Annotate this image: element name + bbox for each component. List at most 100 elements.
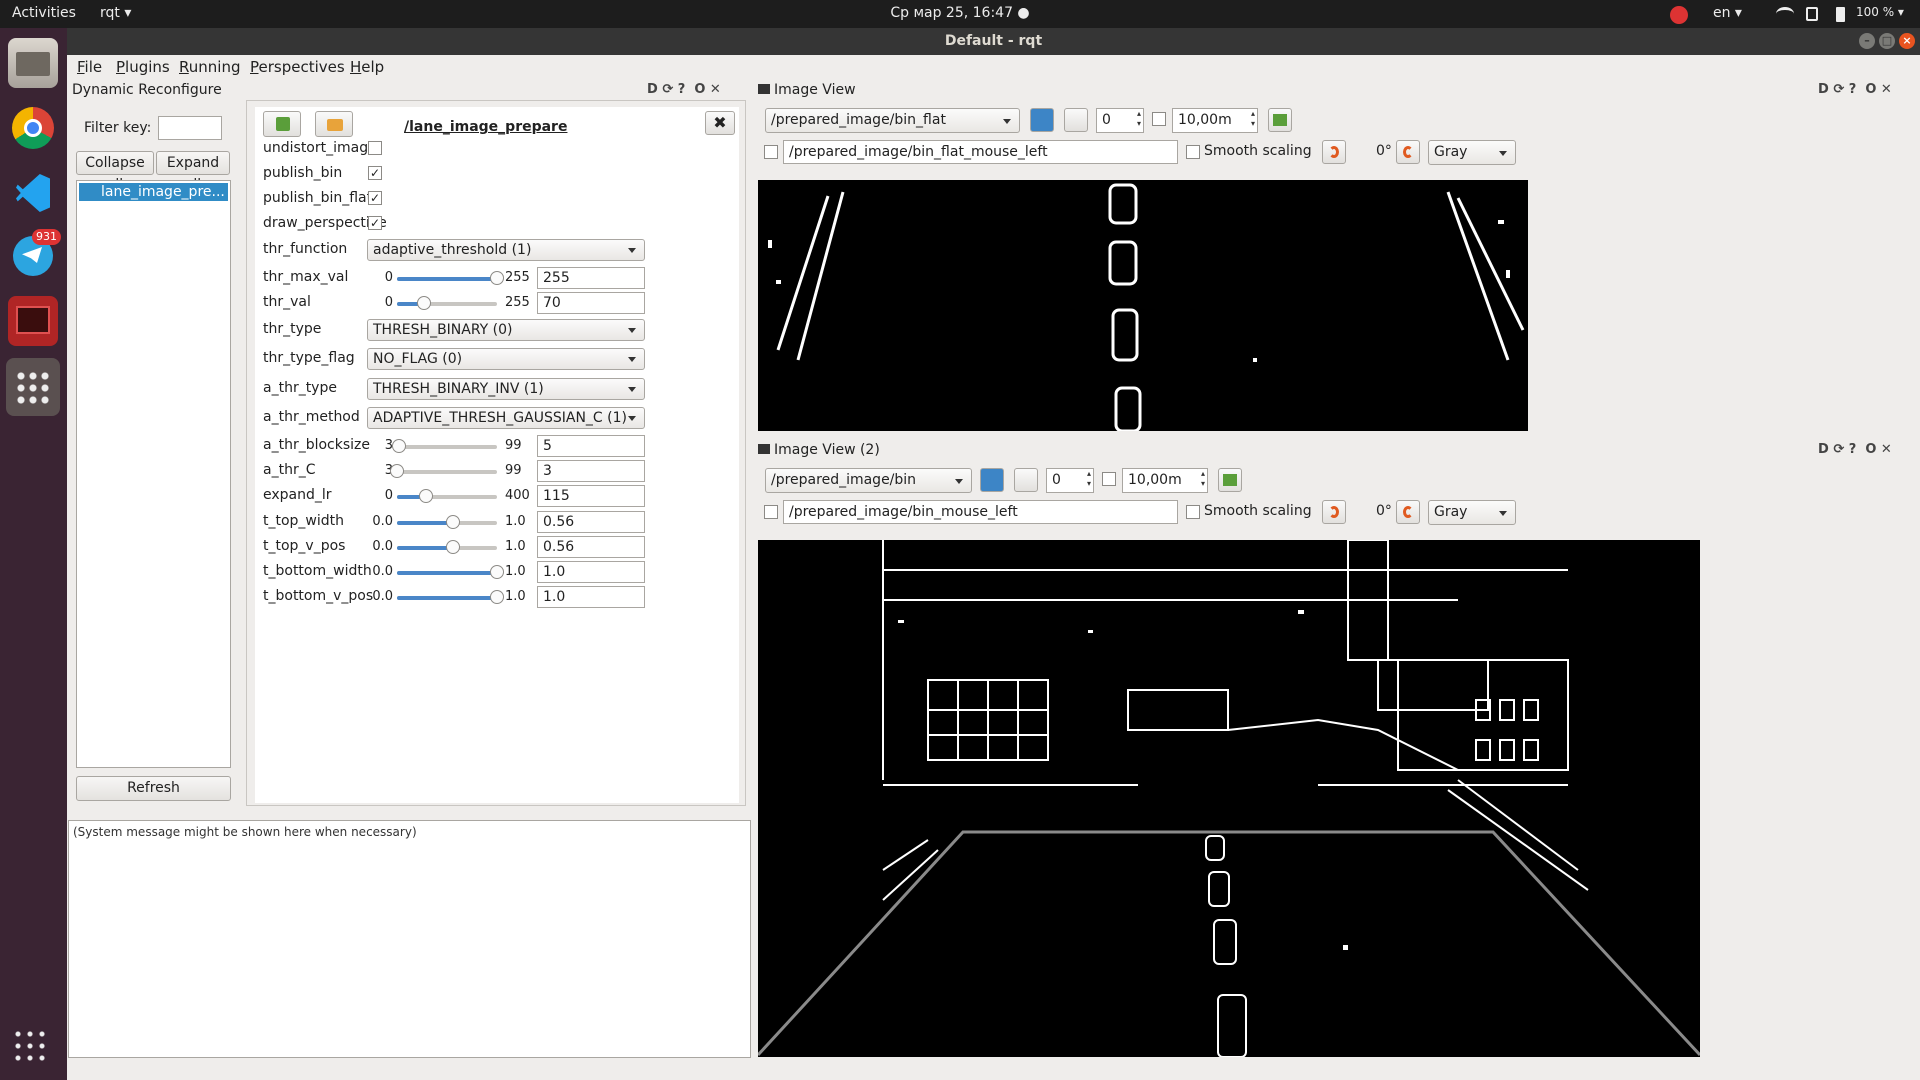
files-icon[interactable] xyxy=(8,38,58,88)
param-select[interactable]: adaptive_threshold (1) xyxy=(367,239,645,261)
chrome-icon[interactable] xyxy=(8,103,58,153)
param-select[interactable]: THRESH_BINARY (0) xyxy=(367,319,645,341)
show-apps-icon[interactable] xyxy=(12,1028,50,1066)
param-checkbox[interactable] xyxy=(368,141,382,155)
minimize-icon[interactable]: – xyxy=(1859,33,1875,49)
mouse-topic-input-1[interactable]: /prepared_image/bin_flat_mouse_left xyxy=(783,140,1178,164)
save-params-icon[interactable] xyxy=(263,111,301,137)
param-row-thr-type-flag: thr_type_flag NO_FLAG (0) xyxy=(255,348,739,372)
param-min: 0 xyxy=(384,488,393,503)
mouse-publish-checkbox-2[interactable] xyxy=(764,505,778,519)
image-view-1-title: Image View xyxy=(774,82,856,98)
colormap-select-1[interactable]: Gray xyxy=(1428,140,1516,165)
param-slider[interactable] xyxy=(397,296,497,310)
max-range-2[interactable]: 10,00m xyxy=(1122,468,1208,493)
save-image-icon-2[interactable] xyxy=(1218,468,1242,492)
spin-1[interactable]: 0 xyxy=(1096,108,1144,133)
topic-select-2[interactable]: /prepared_image/bin xyxy=(765,468,972,493)
param-select[interactable]: ADAPTIVE_THRESH_GAUSSIAN_C (1) xyxy=(367,407,645,429)
terminal-app-icon[interactable] xyxy=(8,296,58,346)
image-display-2[interactable] xyxy=(758,540,1700,1057)
param-slider[interactable] xyxy=(397,515,497,529)
param-slider[interactable] xyxy=(392,439,497,453)
maximize-icon[interactable]: □ xyxy=(1879,33,1895,49)
param-slider[interactable] xyxy=(397,271,504,285)
language-indicator[interactable]: en ▾ xyxy=(1713,5,1742,21)
param-value-input[interactable]: 115 xyxy=(537,485,645,507)
param-slider[interactable] xyxy=(397,565,504,579)
image-display-1[interactable] xyxy=(758,180,1528,431)
volume-icon[interactable] xyxy=(1806,7,1818,21)
param-row-t-top-v-pos: t_top_v_pos 0.0 1.0 0.56 xyxy=(255,536,739,560)
param-slider[interactable] xyxy=(397,489,497,503)
param-checkbox[interactable]: ✓ xyxy=(368,166,382,180)
menu-perspectives[interactable]: Perspectives xyxy=(250,58,345,76)
mouse-topic-input-2[interactable]: /prepared_image/bin_mouse_left xyxy=(783,500,1178,524)
image-view-2-controls[interactable]: D ⟳ ? O ✕ xyxy=(1818,442,1892,457)
rotate-left-icon-2[interactable] xyxy=(1322,500,1346,524)
rotate-right-icon-1[interactable] xyxy=(1396,140,1420,164)
param-value-input[interactable]: 1.0 xyxy=(537,586,645,608)
battery-icon[interactable] xyxy=(1836,7,1845,22)
battery-label[interactable]: 100 % ▾ xyxy=(1856,5,1904,19)
node-name-link[interactable]: /lane_image_prepare xyxy=(404,119,567,135)
rotate-right-icon-2[interactable] xyxy=(1396,500,1420,524)
expand-all-button[interactable]: Expand all xyxy=(156,151,230,193)
console-area[interactable]: (System message might be shown here when… xyxy=(68,820,751,1058)
refresh-topics-icon-2[interactable] xyxy=(980,468,1004,492)
load-params-icon[interactable] xyxy=(315,111,353,137)
param-slider[interactable] xyxy=(397,590,504,604)
param-value-input[interactable]: 5 xyxy=(537,435,645,457)
max-range-1[interactable]: 10,00m xyxy=(1172,108,1258,133)
topic-select-1[interactable]: /prepared_image/bin_flat xyxy=(765,108,1020,133)
filter-key-input[interactable] xyxy=(158,116,222,140)
dynamic-range-checkbox-1[interactable] xyxy=(1152,112,1166,126)
node-tree[interactable]: lane_image_pre... xyxy=(76,180,231,768)
smooth-scaling-checkbox-1[interactable] xyxy=(1186,145,1200,159)
param-select[interactable]: THRESH_BINARY_INV (1) xyxy=(367,378,645,400)
param-slider[interactable] xyxy=(390,464,497,478)
param-value-input[interactable]: 0.56 xyxy=(537,536,645,558)
param-checkbox[interactable]: ✓ xyxy=(368,216,382,230)
zoom-icon-2[interactable] xyxy=(1014,468,1038,492)
param-checkbox[interactable]: ✓ xyxy=(368,191,382,205)
refresh-button[interactable]: Refresh xyxy=(76,776,231,801)
rqt-dock-icon[interactable] xyxy=(6,358,60,416)
dynrec-panel-controls[interactable]: D ⟳ ? O ✕ xyxy=(647,82,721,97)
telegram-icon[interactable]: 931 xyxy=(8,229,61,281)
menu-plugins[interactable]: Plugins xyxy=(116,58,170,76)
colormap-select-2[interactable]: Gray xyxy=(1428,500,1516,525)
clock[interactable]: Ср мар 25, 16:47 ● xyxy=(0,5,1920,21)
param-value-input[interactable]: 1.0 xyxy=(537,561,645,583)
menu-file[interactable]: File xyxy=(77,58,102,76)
menu-running[interactable]: Running xyxy=(179,58,240,76)
smooth-scaling-checkbox-2[interactable] xyxy=(1186,505,1200,519)
close-group-icon[interactable]: ✖ xyxy=(705,111,735,135)
rotation-label-2: 0° xyxy=(1376,503,1392,519)
param-value-input[interactable]: 0.56 xyxy=(537,511,645,533)
activities-button[interactable]: Activities xyxy=(12,5,76,21)
notification-icon[interactable] xyxy=(1670,6,1688,24)
dynamic-range-checkbox-2[interactable] xyxy=(1102,472,1116,486)
tree-item[interactable]: lane_image_pre... xyxy=(79,183,228,201)
rotate-left-icon-1[interactable] xyxy=(1322,140,1346,164)
param-value-input[interactable]: 255 xyxy=(537,267,645,289)
image-view-1-controls[interactable]: D ⟳ ? O ✕ xyxy=(1818,82,1892,97)
param-min: 3 xyxy=(384,463,393,478)
param-select[interactable]: NO_FLAG (0) xyxy=(367,348,645,370)
save-image-icon-1[interactable] xyxy=(1268,108,1292,132)
spin-2[interactable]: 0 xyxy=(1046,468,1094,493)
image-view-2-title-bar: Image View (2) xyxy=(758,442,880,458)
refresh-topics-icon-1[interactable] xyxy=(1030,108,1054,132)
menu-help[interactable]: Help xyxy=(350,58,384,76)
mouse-publish-checkbox-1[interactable] xyxy=(764,145,778,159)
vscode-icon[interactable] xyxy=(8,168,58,218)
param-value-input[interactable]: 3 xyxy=(537,460,645,482)
app-menu[interactable]: rqt ▾ xyxy=(100,5,131,21)
zoom-icon-1[interactable] xyxy=(1064,108,1088,132)
collapse-all-button[interactable]: Collapse all xyxy=(76,151,154,193)
param-value-input[interactable]: 70 xyxy=(537,292,645,314)
wifi-icon[interactable] xyxy=(1776,7,1794,21)
close-icon[interactable]: × xyxy=(1899,33,1915,49)
param-slider[interactable] xyxy=(397,540,497,554)
